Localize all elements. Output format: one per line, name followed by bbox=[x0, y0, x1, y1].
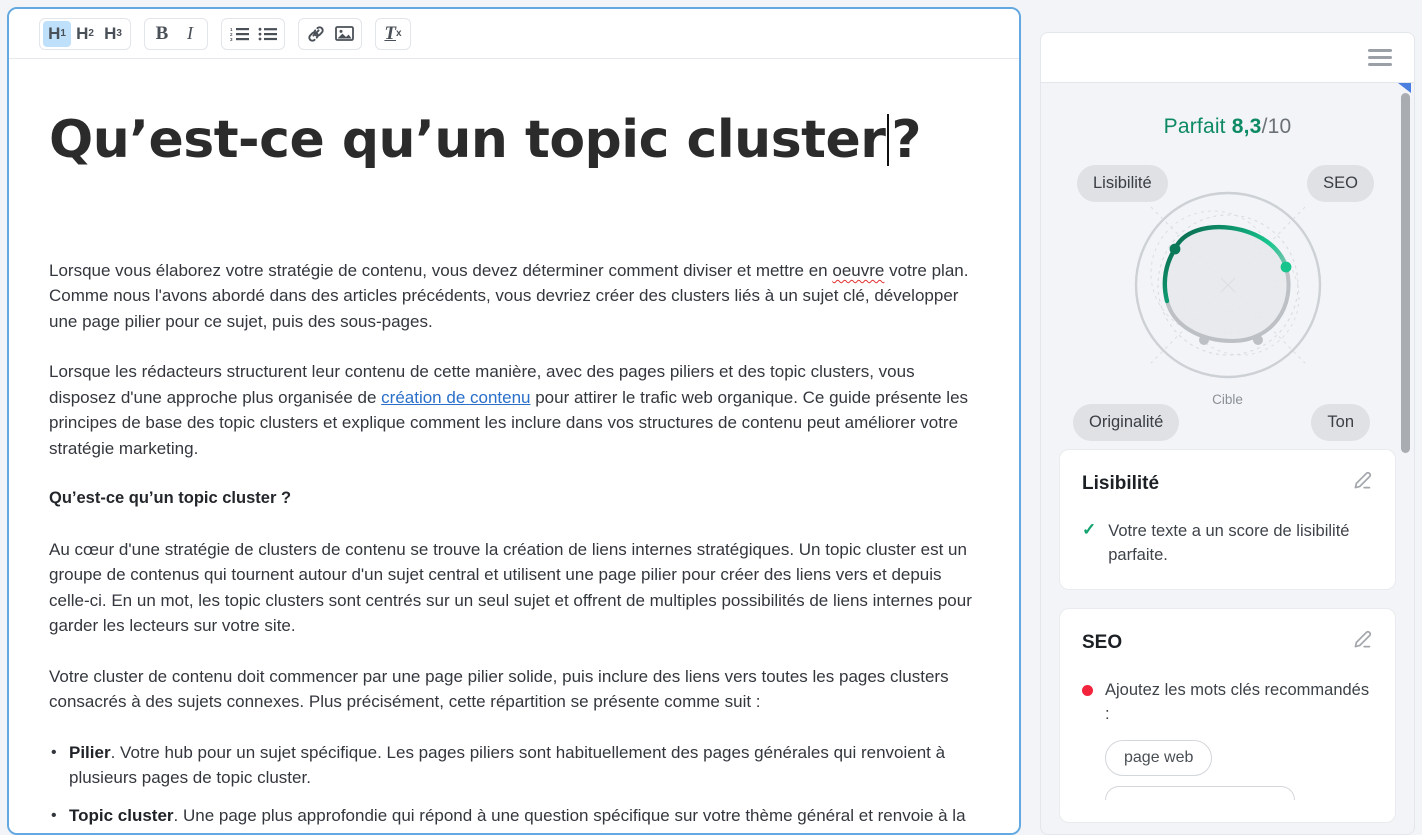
paragraph-1[interactable]: Lorsque vous élaborez votre stratégie de… bbox=[49, 258, 979, 335]
heading-2-label: H bbox=[76, 24, 88, 44]
card-message-row: Ajoutez les mots clés recommandés : bbox=[1082, 678, 1373, 726]
burger-bar bbox=[1368, 63, 1392, 66]
card-title-lisibilite: Lisibilité bbox=[1082, 473, 1159, 495]
document-title-text: Qu’est-ce qu’un topic cluster bbox=[49, 110, 885, 170]
ordered-list-button[interactable]: 1 2 3 bbox=[225, 21, 253, 47]
scroll-top-marker bbox=[1398, 83, 1411, 93]
document-title-suffix: ? bbox=[891, 110, 921, 170]
italic-button[interactable]: I bbox=[176, 21, 204, 47]
analysis-sidebar: Parfait 8,3/10 Lisibilité SEO Originalit… bbox=[1040, 32, 1415, 835]
list-item[interactable]: Topic cluster. Une page plus approfondie… bbox=[69, 803, 979, 835]
burger-bar bbox=[1368, 56, 1392, 59]
check-icon: ✓ bbox=[1082, 519, 1096, 541]
sidebar-header bbox=[1040, 32, 1415, 82]
insert-image-button[interactable] bbox=[330, 21, 358, 47]
toolbar-group-insert bbox=[298, 18, 362, 50]
document-title[interactable]: Qu’est-ce qu’un topic cluster? bbox=[49, 111, 979, 171]
list-item-term: Topic cluster bbox=[69, 806, 174, 825]
svg-text:3: 3 bbox=[230, 37, 233, 42]
pill-originalite[interactable]: Originalité bbox=[1073, 404, 1179, 441]
text-cursor bbox=[887, 114, 889, 166]
heading-1-button[interactable]: H1 bbox=[43, 21, 71, 47]
heading-2-button[interactable]: H2 bbox=[71, 21, 99, 47]
toolbar-group-headings: H1 H2 H3 bbox=[39, 18, 131, 50]
pencil-icon[interactable] bbox=[1351, 470, 1373, 497]
score-denominator: /10 bbox=[1262, 115, 1292, 138]
keyword-chip-list: page web bbox=[1082, 740, 1373, 800]
misspelled-word[interactable]: oeuvre bbox=[832, 261, 884, 280]
heading-3-sub: 3 bbox=[116, 28, 122, 39]
heading-3-label: H bbox=[104, 24, 116, 44]
card-message-seo: Ajoutez les mots clés recommandés : bbox=[1105, 678, 1373, 726]
card-header: Lisibilité bbox=[1082, 470, 1373, 497]
paragraph-4[interactable]: Votre cluster de contenu doit commencer … bbox=[49, 664, 979, 715]
bold-button[interactable]: B bbox=[148, 21, 176, 47]
data-point-seo bbox=[1280, 262, 1291, 273]
alert-dot-icon bbox=[1082, 685, 1093, 696]
editor-toolbar: H1 H2 H3 B I 1 2 bbox=[9, 9, 1019, 59]
data-point-lisibilite bbox=[1169, 244, 1180, 255]
toolbar-group-lists: 1 2 3 bbox=[221, 18, 285, 50]
inline-link-creation-de-contenu[interactable]: création de contenu bbox=[381, 388, 530, 407]
paragraph-3[interactable]: Au cœur d'une stratégie de clusters de c… bbox=[49, 537, 979, 639]
data-point-ton bbox=[1253, 335, 1263, 345]
bullet-list-button[interactable] bbox=[253, 21, 281, 47]
card-message-lisibilite: Votre texte a un score de lisibilité par… bbox=[1108, 519, 1373, 567]
clear-formatting-sub: x bbox=[396, 28, 402, 39]
overall-score: Parfait 8,3/10 bbox=[1059, 115, 1396, 139]
heading-1-sub: 1 bbox=[60, 28, 66, 39]
editor-panel: H1 H2 H3 B I 1 2 bbox=[7, 7, 1021, 835]
list-item-text: . Votre hub pour un sujet spécifique. Le… bbox=[69, 743, 945, 788]
heading-2-sub: 2 bbox=[88, 28, 94, 39]
app-root: H1 H2 H3 B I 1 2 bbox=[0, 0, 1422, 835]
keyword-chip[interactable]: page web bbox=[1105, 740, 1212, 776]
score-label: Parfait bbox=[1164, 115, 1226, 138]
pill-ton[interactable]: Ton bbox=[1311, 404, 1370, 441]
clear-formatting-label: T bbox=[384, 23, 396, 45]
paragraph-1-part-a: Lorsque vous élaborez votre stratégie de… bbox=[49, 261, 832, 280]
card-title-seo: SEO bbox=[1082, 632, 1122, 654]
list-item[interactable]: Pilier. Votre hub pour un sujet spécifiq… bbox=[69, 740, 979, 791]
link-icon bbox=[306, 25, 326, 43]
burger-bar bbox=[1368, 49, 1392, 52]
radar-target-label: Cible bbox=[1212, 392, 1243, 407]
list-item-text: . Une page plus approfondie qui répond à… bbox=[69, 806, 966, 835]
sidebar-scrollbar[interactable] bbox=[1401, 93, 1410, 453]
heading-1-label: H bbox=[48, 24, 60, 44]
heading-3-button[interactable]: H3 bbox=[99, 21, 127, 47]
list-item-term: Pilier bbox=[69, 743, 111, 762]
ordered-list-icon: 1 2 3 bbox=[230, 26, 249, 42]
pencil-icon[interactable] bbox=[1351, 629, 1373, 656]
card-lisibilite: Lisibilité ✓ Votre texte a un score de l… bbox=[1059, 449, 1396, 590]
data-point-originalite bbox=[1199, 335, 1209, 345]
score-value: 8,3 bbox=[1232, 115, 1262, 138]
clear-formatting-button[interactable]: Tx bbox=[379, 21, 407, 47]
card-header: SEO bbox=[1082, 629, 1373, 656]
card-seo: SEO Ajoutez les mots clés recommandés : bbox=[1059, 608, 1396, 823]
keyword-chip-partial[interactable] bbox=[1105, 786, 1295, 800]
bullet-list: Pilier. Votre hub pour un sujet spécifiq… bbox=[49, 740, 979, 835]
radar-chart-svg bbox=[1113, 185, 1343, 400]
card-message-row: ✓ Votre texte a un score de lisibilité p… bbox=[1082, 519, 1373, 567]
radar-chart: Lisibilité SEO Originalité Ton bbox=[1059, 149, 1396, 449]
toolbar-group-clear: Tx bbox=[375, 18, 411, 50]
section-subheading[interactable]: Qu’est-ce qu’un topic cluster ? bbox=[49, 486, 979, 512]
toolbar-group-text-style: B I bbox=[144, 18, 208, 50]
insert-link-button[interactable] bbox=[302, 21, 330, 47]
image-icon bbox=[335, 25, 354, 42]
hamburger-menu-icon[interactable] bbox=[1368, 45, 1392, 70]
paragraph-2[interactable]: Lorsque les rédacteurs structurent leur … bbox=[49, 359, 979, 461]
bullet-list-icon bbox=[258, 26, 277, 42]
document-editor-area[interactable]: Qu’est-ce qu’un topic cluster? Lorsque v… bbox=[9, 59, 1019, 835]
sidebar-body: Parfait 8,3/10 Lisibilité SEO Originalit… bbox=[1040, 82, 1415, 835]
